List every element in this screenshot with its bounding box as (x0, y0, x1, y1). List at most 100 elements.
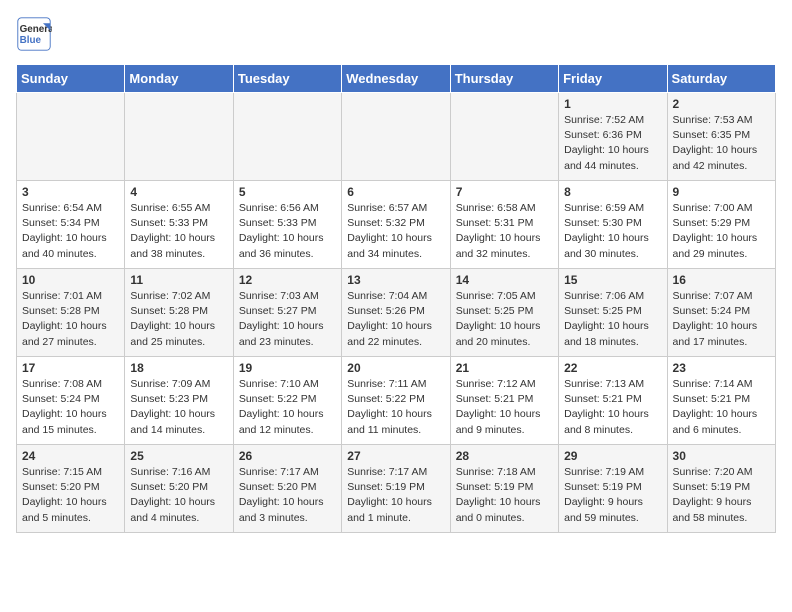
day-number: 15 (564, 273, 661, 287)
day-number: 9 (673, 185, 770, 199)
calendar-cell: 30 Sunrise: 7:20 AM Sunset: 5:19 PM Dayli… (667, 445, 775, 533)
calendar-cell: 8 Sunrise: 6:59 AM Sunset: 5:30 PM Daylig… (559, 181, 667, 269)
day-info: Sunrise: 7:05 AM Sunset: 5:25 PM Dayligh… (456, 289, 553, 350)
day-info: Sunrise: 6:54 AM Sunset: 5:34 PM Dayligh… (22, 201, 119, 262)
day-info: Sunrise: 7:52 AM Sunset: 6:36 PM Dayligh… (564, 113, 661, 174)
day-info: Sunrise: 7:18 AM Sunset: 5:19 PM Dayligh… (456, 465, 553, 526)
day-info: Sunrise: 6:58 AM Sunset: 5:31 PM Dayligh… (456, 201, 553, 262)
calendar-cell: 16 Sunrise: 7:07 AM Sunset: 5:24 PM Dayli… (667, 269, 775, 357)
day-number: 6 (347, 185, 444, 199)
day-info: Sunrise: 7:04 AM Sunset: 5:26 PM Dayligh… (347, 289, 444, 350)
day-info: Sunrise: 7:09 AM Sunset: 5:23 PM Dayligh… (130, 377, 227, 438)
day-header: Thursday (450, 65, 558, 93)
calendar-cell: 28 Sunrise: 7:18 AM Sunset: 5:19 PM Dayli… (450, 445, 558, 533)
day-number: 13 (347, 273, 444, 287)
day-info: Sunrise: 7:20 AM Sunset: 5:19 PM Dayligh… (673, 465, 770, 526)
day-info: Sunrise: 7:07 AM Sunset: 5:24 PM Dayligh… (673, 289, 770, 350)
day-number: 26 (239, 449, 336, 463)
day-info: Sunrise: 7:53 AM Sunset: 6:35 PM Dayligh… (673, 113, 770, 174)
calendar-cell: 21 Sunrise: 7:12 AM Sunset: 5:21 PM Dayli… (450, 357, 558, 445)
calendar-cell: 24 Sunrise: 7:15 AM Sunset: 5:20 PM Dayli… (17, 445, 125, 533)
calendar-cell: 26 Sunrise: 7:17 AM Sunset: 5:20 PM Dayli… (233, 445, 341, 533)
day-info: Sunrise: 7:17 AM Sunset: 5:19 PM Dayligh… (347, 465, 444, 526)
day-number: 30 (673, 449, 770, 463)
calendar-cell: 18 Sunrise: 7:09 AM Sunset: 5:23 PM Dayli… (125, 357, 233, 445)
day-number: 24 (22, 449, 119, 463)
day-header: Saturday (667, 65, 775, 93)
calendar-week: 24 Sunrise: 7:15 AM Sunset: 5:20 PM Dayli… (17, 445, 776, 533)
calendar-cell: 4 Sunrise: 6:55 AM Sunset: 5:33 PM Daylig… (125, 181, 233, 269)
day-info: Sunrise: 7:02 AM Sunset: 5:28 PM Dayligh… (130, 289, 227, 350)
day-number: 18 (130, 361, 227, 375)
day-number: 27 (347, 449, 444, 463)
calendar-table: SundayMondayTuesdayWednesdayThursdayFrid… (16, 64, 776, 533)
calendar-cell: 23 Sunrise: 7:14 AM Sunset: 5:21 PM Dayli… (667, 357, 775, 445)
calendar-cell (17, 93, 125, 181)
day-number: 25 (130, 449, 227, 463)
day-header: Tuesday (233, 65, 341, 93)
day-info: Sunrise: 7:17 AM Sunset: 5:20 PM Dayligh… (239, 465, 336, 526)
calendar-cell: 25 Sunrise: 7:16 AM Sunset: 5:20 PM Dayli… (125, 445, 233, 533)
calendar-cell: 2 Sunrise: 7:53 AM Sunset: 6:35 PM Daylig… (667, 93, 775, 181)
calendar-cell: 14Sunrise: 7:05 AM Sunset: 5:25 PM Dayli… (450, 269, 558, 357)
calendar-cell: 7 Sunrise: 6:58 AM Sunset: 5:31 PM Daylig… (450, 181, 558, 269)
day-info: Sunrise: 7:03 AM Sunset: 5:27 PM Dayligh… (239, 289, 336, 350)
calendar-cell: 12 Sunrise: 7:03 AM Sunset: 5:27 PM Dayli… (233, 269, 341, 357)
day-info: Sunrise: 7:10 AM Sunset: 5:22 PM Dayligh… (239, 377, 336, 438)
day-number: 10 (22, 273, 119, 287)
calendar-cell: 5 Sunrise: 6:56 AM Sunset: 5:33 PM Daylig… (233, 181, 341, 269)
calendar-cell (450, 93, 558, 181)
day-info: Sunrise: 7:14 AM Sunset: 5:21 PM Dayligh… (673, 377, 770, 438)
calendar-cell: 17 Sunrise: 7:08 AM Sunset: 5:24 PM Dayli… (17, 357, 125, 445)
calendar-cell: 20Sunrise: 7:11 AM Sunset: 5:22 PM Dayli… (342, 357, 450, 445)
calendar-week: 10Sunrise: 7:01 AM Sunset: 5:28 PM Dayli… (17, 269, 776, 357)
day-info: Sunrise: 7:19 AM Sunset: 5:19 PM Dayligh… (564, 465, 661, 526)
calendar-cell: 19 Sunrise: 7:10 AM Sunset: 5:22 PM Dayli… (233, 357, 341, 445)
day-number: 21 (456, 361, 553, 375)
day-header: Wednesday (342, 65, 450, 93)
day-number: 2 (673, 97, 770, 111)
day-number: 29 (564, 449, 661, 463)
day-number: 3 (22, 185, 119, 199)
day-info: Sunrise: 7:08 AM Sunset: 5:24 PM Dayligh… (22, 377, 119, 438)
day-number: 16 (673, 273, 770, 287)
calendar-cell (342, 93, 450, 181)
day-number: 23 (673, 361, 770, 375)
day-info: Sunrise: 6:57 AM Sunset: 5:32 PM Dayligh… (347, 201, 444, 262)
day-number: 5 (239, 185, 336, 199)
svg-text:Blue: Blue (20, 35, 42, 46)
day-number: 4 (130, 185, 227, 199)
calendar-week: 3 Sunrise: 6:54 AM Sunset: 5:34 PM Daylig… (17, 181, 776, 269)
logo-icon: General Blue (16, 16, 52, 52)
page-header: General Blue (16, 16, 776, 52)
day-info: Sunrise: 7:16 AM Sunset: 5:20 PM Dayligh… (130, 465, 227, 526)
calendar-cell: 6 Sunrise: 6:57 AM Sunset: 5:32 PM Daylig… (342, 181, 450, 269)
calendar-cell: 27 Sunrise: 7:17 AM Sunset: 5:19 PM Dayli… (342, 445, 450, 533)
calendar-cell: 29 Sunrise: 7:19 AM Sunset: 5:19 PM Dayli… (559, 445, 667, 533)
day-info: Sunrise: 7:06 AM Sunset: 5:25 PM Dayligh… (564, 289, 661, 350)
calendar-week: 17 Sunrise: 7:08 AM Sunset: 5:24 PM Dayli… (17, 357, 776, 445)
day-info: Sunrise: 6:55 AM Sunset: 5:33 PM Dayligh… (130, 201, 227, 262)
calendar-cell (125, 93, 233, 181)
calendar-cell: 11Sunrise: 7:02 AM Sunset: 5:28 PM Dayli… (125, 269, 233, 357)
day-info: Sunrise: 7:13 AM Sunset: 5:21 PM Dayligh… (564, 377, 661, 438)
day-number: 17 (22, 361, 119, 375)
day-number: 7 (456, 185, 553, 199)
day-info: Sunrise: 7:15 AM Sunset: 5:20 PM Dayligh… (22, 465, 119, 526)
calendar-cell: 22Sunrise: 7:13 AM Sunset: 5:21 PM Dayli… (559, 357, 667, 445)
day-info: Sunrise: 6:56 AM Sunset: 5:33 PM Dayligh… (239, 201, 336, 262)
day-number: 1 (564, 97, 661, 111)
day-number: 12 (239, 273, 336, 287)
day-number: 8 (564, 185, 661, 199)
logo: General Blue (16, 16, 52, 52)
day-info: Sunrise: 7:00 AM Sunset: 5:29 PM Dayligh… (673, 201, 770, 262)
day-header: Monday (125, 65, 233, 93)
calendar-cell: 1 Sunrise: 7:52 AM Sunset: 6:36 PM Daylig… (559, 93, 667, 181)
day-info: Sunrise: 7:12 AM Sunset: 5:21 PM Dayligh… (456, 377, 553, 438)
calendar-cell: 3 Sunrise: 6:54 AM Sunset: 5:34 PM Daylig… (17, 181, 125, 269)
day-number: 19 (239, 361, 336, 375)
day-info: Sunrise: 6:59 AM Sunset: 5:30 PM Dayligh… (564, 201, 661, 262)
calendar-cell: 15 Sunrise: 7:06 AM Sunset: 5:25 PM Dayli… (559, 269, 667, 357)
day-number: 28 (456, 449, 553, 463)
calendar-cell: 9 Sunrise: 7:00 AM Sunset: 5:29 PM Daylig… (667, 181, 775, 269)
